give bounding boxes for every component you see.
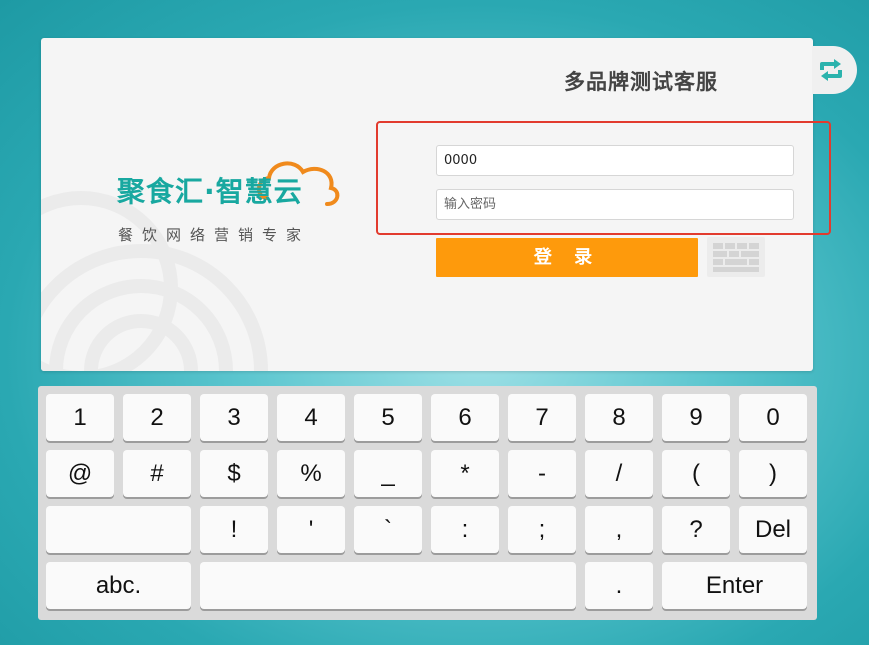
key-dollar[interactable]: $ bbox=[200, 450, 268, 497]
key-6[interactable]: 6 bbox=[431, 394, 499, 441]
key-minus[interactable]: - bbox=[508, 450, 576, 497]
key-4[interactable]: 4 bbox=[277, 394, 345, 441]
keyboard-icon bbox=[713, 243, 759, 272]
key-8[interactable]: 8 bbox=[585, 394, 653, 441]
key-blank[interactable] bbox=[46, 506, 191, 553]
key-0[interactable]: 0 bbox=[739, 394, 807, 441]
key-2[interactable]: 2 bbox=[123, 394, 191, 441]
logo-name: 聚食汇·智慧云 bbox=[117, 175, 303, 208]
key-asterisk[interactable]: * bbox=[431, 450, 499, 497]
key-space[interactable] bbox=[200, 562, 576, 609]
key-9[interactable]: 9 bbox=[662, 394, 730, 441]
highlight-frame bbox=[376, 121, 831, 235]
key-hash[interactable]: # bbox=[123, 450, 191, 497]
key-delete[interactable]: Del bbox=[739, 506, 807, 553]
store-title: 多品牌测试客服 bbox=[564, 70, 718, 94]
keyboard-toggle[interactable] bbox=[707, 237, 765, 277]
login-button[interactable]: 登 录 bbox=[436, 238, 698, 277]
key-question[interactable]: ? bbox=[662, 506, 730, 553]
key-at[interactable]: @ bbox=[46, 450, 114, 497]
key-comma[interactable]: , bbox=[585, 506, 653, 553]
key-slash[interactable]: / bbox=[585, 450, 653, 497]
key-7[interactable]: 7 bbox=[508, 394, 576, 441]
key-underscore[interactable]: _ bbox=[354, 450, 422, 497]
key-1[interactable]: 1 bbox=[46, 394, 114, 441]
key-semicolon[interactable]: ; bbox=[508, 506, 576, 553]
key-percent[interactable]: % bbox=[277, 450, 345, 497]
key-abc[interactable]: abc. bbox=[46, 562, 191, 609]
onscreen-keyboard: 1 2 3 4 5 6 7 8 9 0 @ # $ % _ * - / ( ) … bbox=[38, 386, 817, 620]
key-exclamation[interactable]: ! bbox=[200, 506, 268, 553]
key-colon[interactable]: : bbox=[431, 506, 499, 553]
key-apostrophe[interactable]: ' bbox=[277, 506, 345, 553]
key-5[interactable]: 5 bbox=[354, 394, 422, 441]
key-paren-close[interactable]: ) bbox=[739, 450, 807, 497]
key-enter[interactable]: Enter bbox=[662, 562, 807, 609]
key-paren-open[interactable]: ( bbox=[662, 450, 730, 497]
logo-tagline: 餐饮网络营销专家 bbox=[118, 226, 311, 244]
refresh-icon bbox=[820, 59, 842, 81]
key-backtick[interactable]: ` bbox=[354, 506, 422, 553]
key-3[interactable]: 3 bbox=[200, 394, 268, 441]
refresh-button[interactable] bbox=[812, 46, 857, 94]
key-period[interactable]: . bbox=[585, 562, 653, 609]
